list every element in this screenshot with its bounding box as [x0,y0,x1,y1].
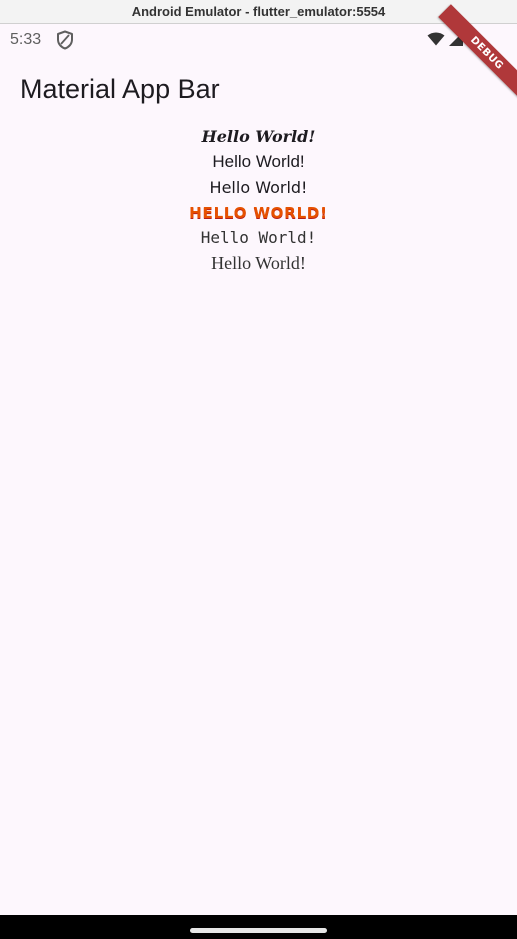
app-bar-title: Material App Bar [20,74,220,104]
text-column: Hello World! Hello World! Hello World! H… [0,124,517,276]
hello-text-rounded: Hello World! [209,177,308,197]
hello-text-sans: Hello World! [212,151,305,171]
hello-text-mono: Hello World! [200,228,317,248]
emulator-window: Android Emulator - flutter_emulator:5554… [0,0,517,939]
navigation-bar [0,915,517,939]
window-title: Android Emulator - flutter_emulator:5554 [131,4,386,19]
hello-text-script: Hello World! [201,127,316,147]
status-time: 5:33 [10,31,42,48]
status-bar: 5:33 [0,24,517,56]
wifi-icon [427,32,445,46]
window-titlebar: Android Emulator - flutter_emulator:5554 [0,0,517,24]
home-gesture-handle[interactable] [190,928,327,933]
hello-text-display: HELLO WORLD! [189,203,328,222]
shield-icon [57,30,73,50]
hello-text-serif: Hello World! [211,252,306,273]
app-bar: Material App Bar [0,56,517,120]
